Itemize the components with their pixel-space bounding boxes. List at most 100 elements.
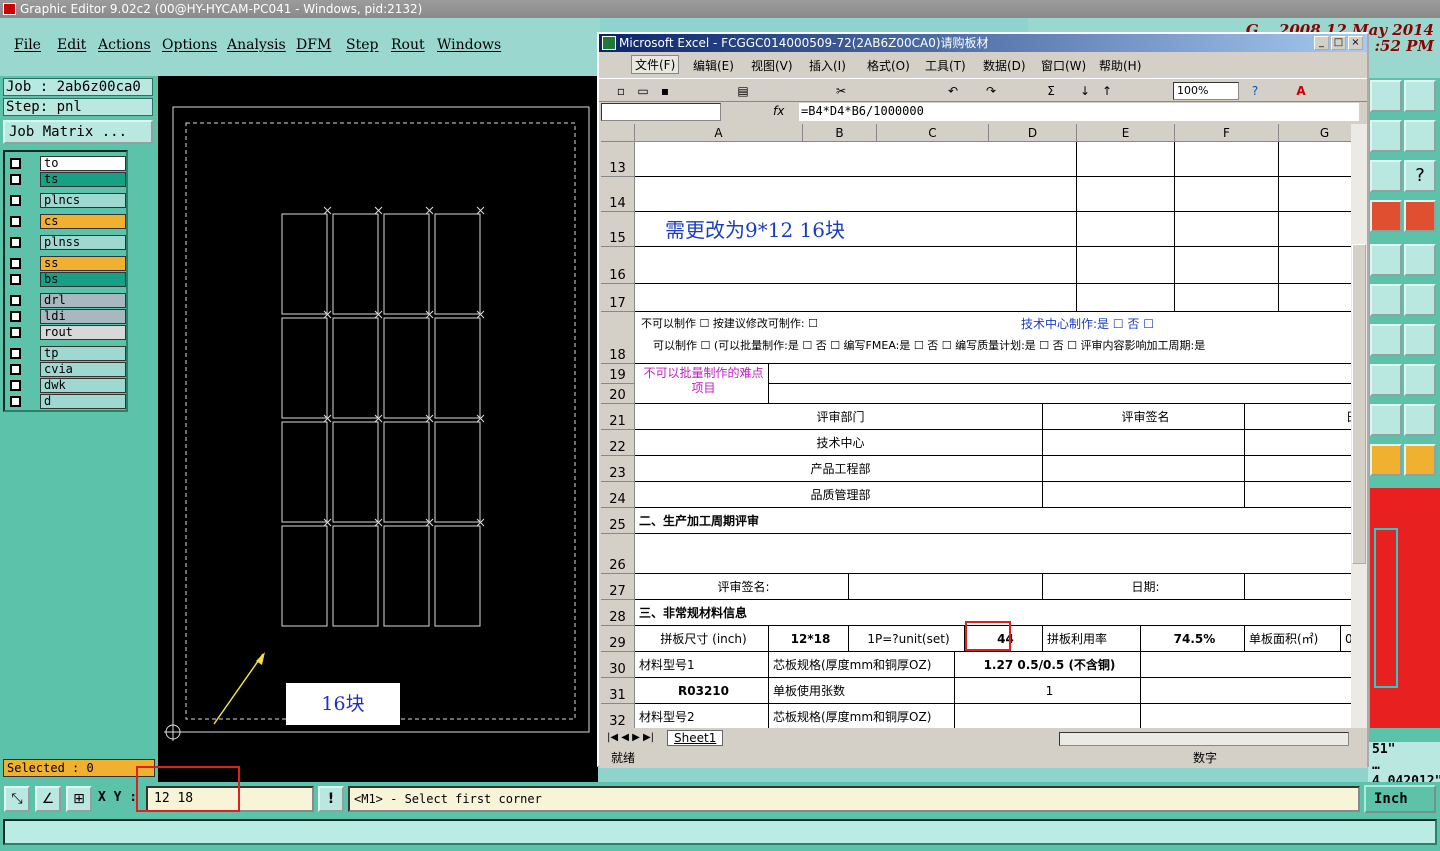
cell[interactable] [1043, 456, 1245, 482]
undo-icon[interactable]: ↶ [945, 83, 961, 99]
save-icon[interactable]: ▪ [657, 83, 673, 99]
cell[interactable] [989, 177, 1077, 212]
row-header[interactable]: 16 [601, 247, 635, 284]
sign-header[interactable]: 评审签名 [1043, 404, 1245, 430]
cell[interactable] [635, 534, 1351, 574]
layer-row[interactable]: drl [7, 293, 126, 308]
dept-name[interactable]: 技术中心 [635, 430, 1043, 456]
layer-row[interactable]: d [7, 394, 126, 409]
layer-checkbox[interactable] [10, 295, 21, 306]
print-icon[interactable]: ▤ [735, 83, 751, 99]
row-header[interactable]: 27 [601, 574, 635, 600]
sort-desc-icon[interactable]: ↑ [1099, 83, 1115, 99]
menu-windows[interactable]: Windows [437, 37, 501, 53]
layer-checkbox[interactable] [10, 258, 21, 269]
cell[interactable] [769, 384, 1351, 404]
job-matrix-button[interactable]: Job Matrix ... [3, 120, 153, 144]
col-header[interactable]: C [877, 124, 989, 142]
menu-rout[interactable]: Rout [391, 37, 425, 53]
sum-icon[interactable]: Σ [1043, 83, 1059, 99]
row-header[interactable]: 18 [601, 312, 635, 364]
layer-row[interactable]: cvia [7, 362, 126, 377]
xmenu-window[interactable]: 窗口(W) [1041, 57, 1086, 74]
row-header[interactable]: 29 [601, 626, 635, 652]
col-header[interactable]: F [1175, 124, 1279, 142]
row-header[interactable]: 28 [601, 600, 635, 626]
tool-select-icon[interactable] [1370, 444, 1402, 476]
tool-help-icon[interactable]: ? [1404, 160, 1436, 192]
cell[interactable] [635, 247, 989, 284]
open-icon[interactable]: ▭ [635, 83, 651, 99]
layer-checkbox[interactable] [10, 364, 21, 375]
material1-label[interactable]: 材料型号1 [635, 652, 769, 678]
sort-asc-icon[interactable]: ↓ [1077, 83, 1093, 99]
menu-options[interactable]: Options [162, 37, 217, 53]
redo-icon[interactable]: ↷ [983, 83, 999, 99]
layer-checkbox[interactable] [10, 158, 21, 169]
layer-row[interactable]: ts [7, 172, 126, 187]
unit-area-value[interactable]: 0 [1341, 626, 1351, 652]
layer-row[interactable]: ldi [7, 309, 126, 324]
tool-pad-icon[interactable] [1404, 244, 1436, 276]
row-header[interactable]: 26 [601, 534, 635, 574]
cell[interactable] [1245, 430, 1351, 456]
help-icon[interactable]: ? [1247, 83, 1263, 99]
zoom-fit-icon[interactable]: ⤡ [4, 786, 30, 812]
cell[interactable] [989, 247, 1077, 284]
tool-zoom-icon[interactable] [1370, 120, 1402, 152]
cell[interactable] [1077, 142, 1175, 177]
menu-edit[interactable]: Edit [57, 37, 86, 53]
core-spec-value[interactable]: 1.27 0.5/0.5 (不含铜) [955, 652, 1141, 678]
xmenu-help[interactable]: 帮助(H) [1099, 57, 1141, 74]
corner-cell[interactable] [601, 124, 635, 142]
layer-checkbox[interactable] [10, 396, 21, 407]
menu-file[interactable]: File [14, 37, 41, 53]
tool-arc2-icon[interactable] [1404, 404, 1436, 436]
cell[interactable] [635, 142, 989, 177]
layer-checkbox[interactable] [10, 174, 21, 185]
scroll-thumb[interactable] [1352, 244, 1366, 564]
grid-icon[interactable]: ⊞ [66, 786, 92, 812]
row-header[interactable]: 17 [601, 284, 635, 312]
tool-arc-icon[interactable] [1370, 404, 1402, 436]
dept-name[interactable]: 品质管理部 [635, 482, 1043, 508]
row-header[interactable]: 21 [601, 404, 635, 430]
graphic-canvas[interactable]: 16块 [158, 76, 598, 782]
new-icon[interactable]: ▫ [613, 83, 629, 99]
cell[interactable] [1175, 212, 1279, 247]
layer-checkbox[interactable] [10, 348, 21, 359]
tool-layer1-icon[interactable] [1370, 200, 1402, 232]
tool-move-icon[interactable] [1370, 364, 1402, 396]
col-header[interactable]: E [1077, 124, 1175, 142]
layer-row[interactable]: cs [7, 214, 126, 229]
font-color-icon[interactable]: A [1293, 83, 1309, 99]
cell[interactable] [1141, 678, 1351, 704]
cell[interactable] [1077, 284, 1175, 312]
layer-row[interactable]: plnss [7, 235, 126, 250]
name-box[interactable] [601, 103, 721, 121]
tool-home-icon[interactable] [1370, 80, 1402, 112]
cut-icon[interactable]: ✂ [833, 83, 849, 99]
xmenu-format[interactable]: 格式(O) [867, 57, 910, 74]
sheet-count-value[interactable]: 1 [955, 678, 1141, 704]
cell[interactable] [849, 574, 1043, 600]
row-header[interactable]: 19 [601, 364, 635, 384]
col-header[interactable]: A [635, 124, 803, 142]
material2-label[interactable]: 材料型号2 [635, 704, 769, 728]
layer-checkbox[interactable] [10, 195, 21, 206]
layer-row[interactable]: plncs [7, 193, 126, 208]
row-header[interactable]: 25 [601, 508, 635, 534]
tool-snap-icon[interactable] [1404, 120, 1436, 152]
panel-size-label[interactable]: 拼板尺寸 (inch) [635, 626, 769, 652]
tool-line2-icon[interactable] [1404, 284, 1436, 316]
layer-row[interactable]: ss [7, 256, 126, 271]
xmenu-tools[interactable]: 工具(T) [925, 57, 966, 74]
section-header[interactable]: 二、生产加工周期评审 [635, 508, 1351, 534]
maximize-icon[interactable]: □ [1331, 36, 1346, 50]
minimize-icon[interactable]: _ [1314, 36, 1329, 50]
cell[interactable] [1245, 482, 1351, 508]
vertical-scrollbar[interactable] [1351, 124, 1367, 728]
formula-input[interactable]: =B4*D4*B6/1000000 [799, 103, 1359, 121]
cell[interactable] [1245, 456, 1351, 482]
horizontal-scrollbar[interactable] [1059, 732, 1349, 746]
